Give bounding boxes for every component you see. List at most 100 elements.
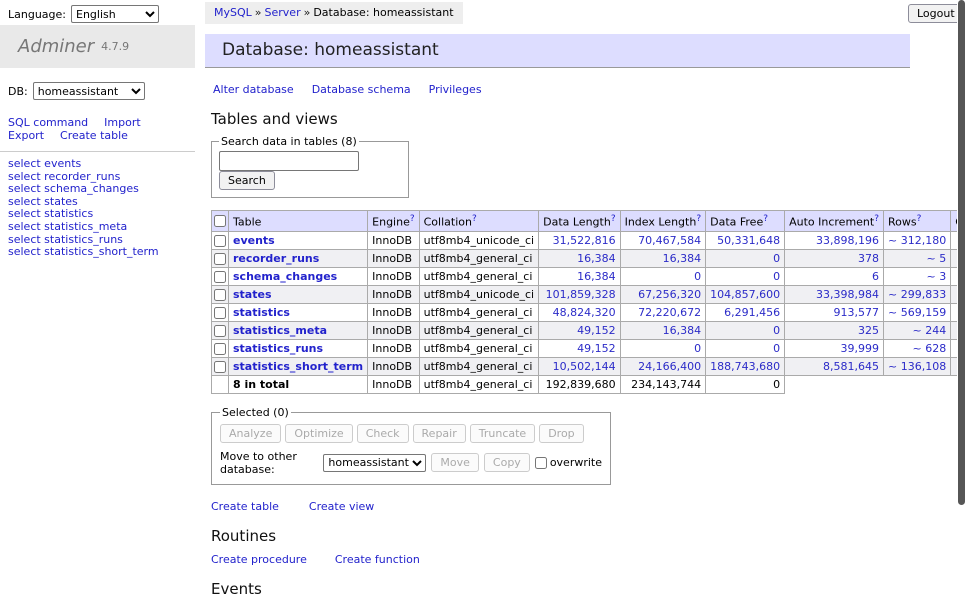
data-free-value: 0: [706, 321, 785, 339]
sidebar: Adminer 4.7.9 DB: homeassistant SQL comm…: [0, 25, 195, 259]
selected-action-button[interactable]: Truncate: [470, 424, 535, 443]
database-action-link[interactable]: Database schema: [312, 83, 411, 96]
table-name-link[interactable]: statistics_short_term: [233, 360, 363, 373]
column-help-link[interactable]: ?: [763, 214, 768, 224]
breadcrumb: MySQL»Server»Database: homeassistant: [205, 2, 463, 24]
table-name-link[interactable]: recorder_runs: [233, 252, 319, 265]
index-length-value: 0: [620, 267, 706, 285]
row-select-checkbox[interactable]: [214, 253, 226, 265]
engine-value: InnoDB: [368, 321, 419, 339]
row-select-checkbox[interactable]: [214, 271, 226, 283]
row-select-cell: [212, 231, 229, 249]
move-database-select[interactable]: homeassistant: [323, 454, 426, 472]
table-name-link[interactable]: states: [233, 288, 272, 301]
rows-count-value: ~ 569,159: [884, 303, 951, 321]
selected-action-button[interactable]: Check: [357, 424, 409, 443]
search-button[interactable]: Search: [219, 171, 275, 190]
breadcrumb-mysql-link[interactable]: MySQL: [214, 6, 252, 19]
data-free-value: 6,291,456: [706, 303, 785, 321]
column-help-link[interactable]: ?: [472, 214, 477, 224]
data-free-value: 0: [706, 249, 785, 267]
sidebar-link[interactable]: SQL command: [8, 116, 88, 129]
db-selector-row: DB: homeassistant: [8, 82, 195, 100]
table-name-cell: states: [229, 285, 368, 303]
engine-value: InnoDB: [368, 357, 419, 375]
selected-action-button[interactable]: Analyze: [220, 424, 281, 443]
create-link[interactable]: Create view: [309, 500, 374, 513]
sidebar-select-table-link[interactable]: select events: [8, 158, 195, 171]
move-row: Move to other database: homeassistant Mo…: [220, 450, 602, 476]
total-empty-cell: [212, 375, 229, 393]
index-length-value: 72,220,672: [620, 303, 706, 321]
column-help-link[interactable]: ?: [874, 214, 879, 224]
database-action-link[interactable]: Alter database: [213, 83, 294, 96]
scrollbar-thumb[interactable]: [958, 0, 965, 505]
row-select-checkbox[interactable]: [214, 289, 226, 301]
index-length-value: 16,384: [620, 249, 706, 267]
column-header: Collation?: [419, 211, 538, 232]
column-header: Index Length?: [620, 211, 706, 232]
rows-count-value: ~ 628: [884, 339, 951, 357]
tables-list: TableEngine?Collation?Data Length?Index …: [211, 210, 966, 394]
total-engine: InnoDB: [368, 375, 419, 393]
adminer-version[interactable]: 4.7.9: [101, 40, 129, 53]
sidebar-select-table-link[interactable]: select statistics_short_term: [8, 246, 195, 259]
copy-button[interactable]: Copy: [484, 453, 530, 472]
data-length-value: 49,152: [539, 321, 620, 339]
data-free-value: 104,857,600: [706, 285, 785, 303]
scrollbar-track[interactable]: [957, 0, 966, 543]
select-all-cell: [212, 211, 229, 232]
breadcrumb-server-link[interactable]: Server: [265, 6, 301, 19]
database-action-link[interactable]: Privileges: [429, 83, 482, 96]
selected-action-button[interactable]: Drop: [539, 424, 583, 443]
table-name-link[interactable]: statistics_meta: [233, 324, 327, 337]
sidebar-link[interactable]: Import: [104, 116, 141, 129]
logout-button[interactable]: Logout: [908, 4, 964, 23]
create-link[interactable]: Create table: [211, 500, 279, 513]
total-data-free: 0: [706, 375, 785, 393]
sidebar-link[interactable]: Export: [8, 129, 44, 142]
routine-create-link[interactable]: Create function: [335, 553, 420, 566]
table-name-link[interactable]: statistics_runs: [233, 342, 323, 355]
table-name-cell: events: [229, 231, 368, 249]
data-length-value: 10,502,144: [539, 357, 620, 375]
events-heading: Events: [211, 581, 910, 597]
collation-value: utf8mb4_general_ci: [419, 267, 538, 285]
auto-increment-value: 33,398,984: [785, 285, 884, 303]
column-help-link[interactable]: ?: [611, 214, 616, 224]
selected-legend: Selected (0): [220, 406, 291, 419]
table-row: statistics_meta InnoDB utf8mb4_general_c…: [212, 321, 966, 339]
row-select-checkbox[interactable]: [214, 361, 226, 373]
column-help-link[interactable]: ?: [410, 214, 415, 224]
table-name-link[interactable]: events: [233, 234, 275, 247]
move-button[interactable]: Move: [431, 453, 479, 472]
sidebar-select-table-link[interactable]: select statistics_meta: [8, 221, 195, 234]
row-select-checkbox[interactable]: [214, 343, 226, 355]
routine-create-link[interactable]: Create procedure: [211, 553, 307, 566]
engine-value: InnoDB: [368, 231, 419, 249]
tables-and-views-heading: Tables and views: [211, 111, 910, 127]
table-name-link[interactable]: schema_changes: [233, 270, 337, 283]
selected-action-button[interactable]: Repair: [413, 424, 466, 443]
column-help-link[interactable]: ?: [696, 214, 701, 224]
row-select-checkbox[interactable]: [214, 325, 226, 337]
table-name-link[interactable]: statistics: [233, 306, 290, 319]
sidebar-link[interactable]: Create table: [60, 129, 128, 142]
adminer-logo-text[interactable]: Adminer: [18, 36, 94, 57]
data-free-value: 188,743,680: [706, 357, 785, 375]
select-all-checkbox[interactable]: [214, 215, 226, 227]
row-select-checkbox[interactable]: [214, 235, 226, 247]
row-select-checkbox[interactable]: [214, 307, 226, 319]
language-select[interactable]: English: [71, 5, 159, 23]
search-input[interactable]: [219, 151, 359, 171]
overwrite-checkbox[interactable]: [535, 457, 547, 469]
data-length-value: 101,859,328: [539, 285, 620, 303]
db-select[interactable]: homeassistant: [33, 82, 145, 100]
column-header: Auto Increment?: [785, 211, 884, 232]
collation-value: utf8mb4_general_ci: [419, 357, 538, 375]
sidebar-select-table-link[interactable]: select schema_changes: [8, 183, 195, 196]
selected-action-button[interactable]: Optimize: [285, 424, 352, 443]
column-help-link[interactable]: ?: [917, 214, 922, 224]
routine-links-row: Create procedure Create function: [211, 553, 910, 566]
database-action-links: Alter database Database schema Privileges: [213, 83, 910, 96]
